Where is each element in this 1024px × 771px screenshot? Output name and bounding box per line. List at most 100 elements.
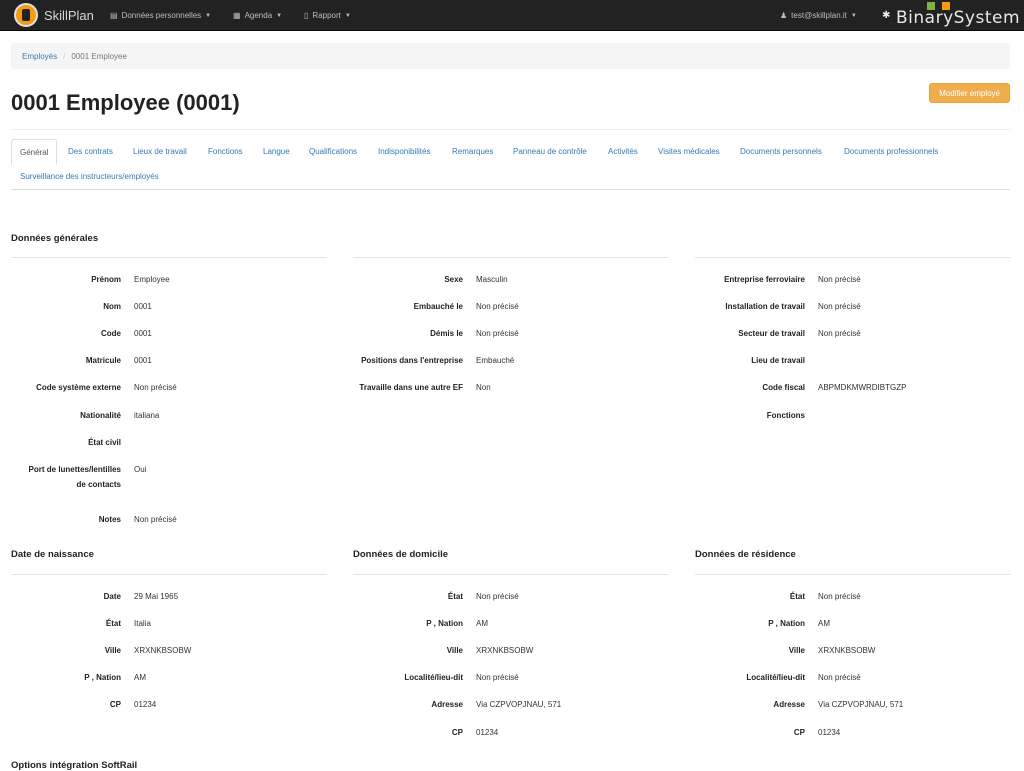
field-label: État xyxy=(789,592,805,601)
field-label: Nom xyxy=(103,302,121,311)
field-label: Code système externe xyxy=(36,383,121,392)
field-value: Via CZPVOPJNAU, 571 xyxy=(818,700,904,709)
caret-down-icon: ▼ xyxy=(850,12,857,19)
menu-label: Rapport xyxy=(312,11,341,20)
tab-general[interactable]: Général xyxy=(11,139,58,165)
section-divider xyxy=(11,257,327,258)
field-label: CP xyxy=(451,728,463,737)
page-title: 0001 Employee (0001) xyxy=(11,90,240,115)
report-icon: ▯ xyxy=(304,11,309,20)
field-label: Ville xyxy=(104,646,121,655)
company-logo-text: BinarySystem xyxy=(896,8,1021,28)
field-value: Non précisé xyxy=(818,275,861,284)
tab-bar: Général Des contrats Lieux de travail Fo… xyxy=(11,139,1010,190)
section-heading-donnees-de-residence: Données de résidence xyxy=(695,549,796,560)
field-label: Secteur de travail xyxy=(738,329,805,338)
section-heading-date-de-naissance: Date de naissance xyxy=(11,549,94,560)
field-label: Adresse xyxy=(773,700,805,709)
field-label-line2: de contacts xyxy=(76,480,121,489)
tab-fonctions[interactable]: Fonctions xyxy=(208,139,243,164)
field-label: Localité/lieu-dit xyxy=(746,673,805,682)
breadcrumb-employes-link[interactable]: Employés xyxy=(22,52,57,61)
field-label: Démis le xyxy=(430,329,463,338)
menu-label: Agenda xyxy=(244,11,273,20)
field-value: 01234 xyxy=(134,700,157,709)
field-label: P , Nation xyxy=(768,619,805,628)
field-value: 01234 xyxy=(818,728,841,737)
binarysystem-logo: ✱ BinarySystem xyxy=(882,2,1020,30)
section-divider xyxy=(695,257,1011,258)
tab-lieux-de-travail[interactable]: Lieux de travail xyxy=(133,139,187,164)
section-heading-softrail: Options intégration SoftRail xyxy=(11,760,138,771)
user-menu[interactable]: ♟ test@skillplan.it ▼ xyxy=(780,0,857,31)
field-label: Nationalité xyxy=(80,411,121,420)
tab-activites[interactable]: Activités xyxy=(608,139,638,164)
caret-down-icon: ▼ xyxy=(344,12,351,19)
tab-contrats[interactable]: Des contrats xyxy=(68,139,113,164)
caret-down-icon: ▼ xyxy=(205,12,212,19)
edit-employee-button[interactable]: Modifier employé xyxy=(929,83,1010,103)
breadcrumb-separator: / xyxy=(63,51,66,61)
field-value: XRXNKBSOBW xyxy=(476,646,534,655)
tab-visites-medicales[interactable]: Visites médicales xyxy=(658,139,720,164)
menu-agenda[interactable]: ▦ Agenda ▼ xyxy=(233,0,282,31)
menu-rapport[interactable]: ▯ Rapport ▼ xyxy=(304,0,351,31)
field-label: Ville xyxy=(788,646,805,655)
field-value: Non précisé xyxy=(134,383,177,392)
field-label: Ville xyxy=(446,646,463,655)
field-value: AM xyxy=(134,673,146,682)
tab-surveillance[interactable]: Surveillance des instructeurs/employés xyxy=(20,164,159,189)
field-label: Lieu de travail xyxy=(751,356,805,365)
section-heading-donnees-generales: Données générales xyxy=(11,233,99,244)
tab-documents-professionnels[interactable]: Documents professionnels xyxy=(844,139,938,164)
tab-qualifications[interactable]: Qualifications xyxy=(309,139,357,164)
field-label: Entreprise ferroviaire xyxy=(724,275,805,284)
tab-documents-personnels[interactable]: Documents personnels xyxy=(740,139,822,164)
tab-panneau-de-controle[interactable]: Panneau de contrôle xyxy=(513,139,587,164)
field-value: Via CZPVOPJNAU, 571 xyxy=(476,700,562,709)
calendar-icon: ▦ xyxy=(233,11,241,20)
field-value: 29 Mai 1965 xyxy=(134,592,179,601)
top-navbar: SkillPlan ▤ Données personnelles ▼ ▦ Age… xyxy=(0,0,1024,31)
field-value: Non précisé xyxy=(476,329,519,338)
field-value: 01234 xyxy=(476,728,499,737)
tab-indisponibilites[interactable]: Indisponibilités xyxy=(378,139,430,164)
section-divider xyxy=(695,574,1011,575)
id-card-icon: ▤ xyxy=(110,11,118,20)
field-label: Date xyxy=(103,592,121,601)
section-divider xyxy=(353,257,669,258)
field-label: Embauché le xyxy=(413,302,463,311)
field-value: XRXNKBSOBW xyxy=(818,646,876,655)
field-label: Sexe xyxy=(444,275,463,284)
breadcrumb: Employés / 0001 Employee xyxy=(11,43,1010,69)
field-value: XRXNKBSOBW xyxy=(134,646,192,655)
section-divider xyxy=(11,574,327,575)
field-value: Non précisé xyxy=(818,592,861,601)
brand-link[interactable]: SkillPlan xyxy=(14,3,94,27)
field-value: Non précisé xyxy=(476,302,519,311)
gear-icon[interactable]: ✱ xyxy=(882,10,890,21)
field-value: 0001 xyxy=(134,329,152,338)
field-value: 0001 xyxy=(134,302,152,311)
section-divider xyxy=(353,574,669,575)
field-value: Non précisé xyxy=(818,329,861,338)
section-heading-donnees-de-domicile: Données de domicile xyxy=(353,549,449,560)
field-value: AM xyxy=(476,619,488,628)
field-label: État xyxy=(447,592,463,601)
skillplan-logo-icon xyxy=(14,3,38,27)
field-label: Code fiscal xyxy=(762,383,805,392)
field-value: AM xyxy=(818,619,830,628)
field-label: Installation de travail xyxy=(725,302,805,311)
field-label: P , Nation xyxy=(84,673,121,682)
tab-remarques[interactable]: Remarques xyxy=(452,139,493,164)
menu-donnees-personnelles[interactable]: ▤ Données personnelles ▼ xyxy=(110,0,211,31)
menu-label: Données personnelles xyxy=(121,11,202,20)
field-label: Prénom xyxy=(91,275,121,284)
field-value: Non précisé xyxy=(476,673,519,682)
field-value: Employee xyxy=(134,275,170,284)
tab-langue[interactable]: Langue xyxy=(263,139,290,164)
caret-down-icon: ▼ xyxy=(276,12,283,19)
field-value: Embauché xyxy=(476,356,515,365)
field-value: Oui xyxy=(134,465,147,474)
field-label: Localité/lieu-dit xyxy=(404,673,463,682)
